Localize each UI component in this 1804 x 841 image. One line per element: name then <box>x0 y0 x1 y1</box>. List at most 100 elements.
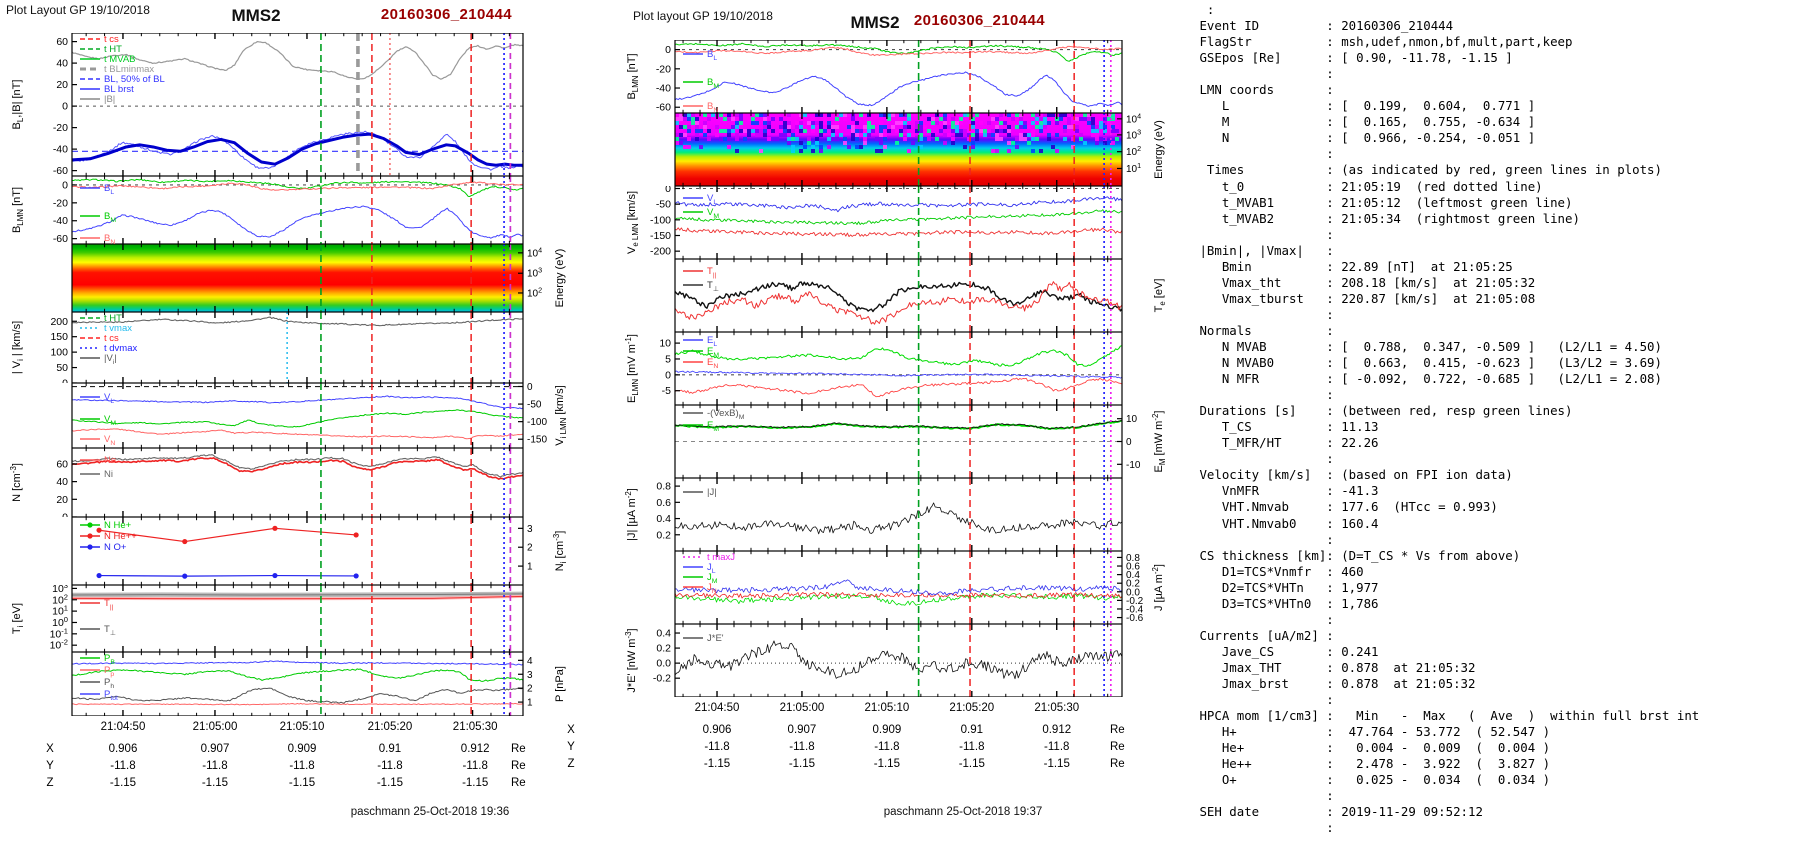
svg-text:102: 102 <box>1126 144 1141 158</box>
svg-text:-40: -40 <box>53 215 68 227</box>
svg-text:Ve LMN [km/s]: Ve LMN [km/s] <box>626 191 640 254</box>
middle-figure-jlmn-panel: 0.80.60.40.20.0-0.2-0.4-0.6J [µA m-2]t m… <box>674 551 1165 624</box>
middle-figure: Plot layout GP 19/10/2018 MMS2 20160306_… <box>545 0 1205 841</box>
svg-text:21:05:00: 21:05:00 <box>780 702 825 714</box>
svg-text:10-2: 10-2 <box>50 638 68 652</box>
svg-text:Y: Y <box>46 760 54 772</box>
svg-text:0.912: 0.912 <box>461 743 490 755</box>
svg-text:-1.15: -1.15 <box>874 758 900 770</box>
svg-text:21:05:30: 21:05:30 <box>453 721 498 733</box>
svg-text:21:05:00: 21:05:00 <box>193 721 238 733</box>
svg-text:0: 0 <box>665 369 671 381</box>
svg-text:N O+: N O+ <box>104 542 127 553</box>
svg-text:0.91: 0.91 <box>961 724 983 736</box>
middle-figure-time-axis: 21:04:50 21:05:00 21:05:10 21:05:20 21:05:30 <box>695 702 1079 714</box>
svg-text:-1.15: -1.15 <box>289 777 315 789</box>
credit-middle: paschmann 25-Oct-2018 19:37 <box>883 806 1043 818</box>
svg-text:0.8: 0.8 <box>656 481 671 493</box>
left-figure: Plot Layout GP 19/10/2018 MMS2 20160306_… <box>0 0 566 841</box>
svg-text:-60: -60 <box>53 165 68 176</box>
svg-text:1: 1 <box>527 562 533 573</box>
svg-text:-1.15: -1.15 <box>959 758 985 770</box>
middle-figure-blmn-panel: 0-20-40-60BLMN [nT] BLBMBN <box>626 40 1123 113</box>
svg-text:10: 10 <box>659 338 671 350</box>
left-figure-pressure-panel: 4321P [nPa]PBPpPhPtot <box>71 652 566 716</box>
svg-text:EM [mW m-2]: EM [mW m-2] <box>1151 411 1167 473</box>
svg-text:|B|: |B| <box>104 94 115 105</box>
event-info-panel: : Event ID : 20160306_210444 FlagStr : m… <box>1199 2 1700 836</box>
svg-text:0.2: 0.2 <box>656 643 671 655</box>
svg-text:BLMN [nT]: BLMN [nT] <box>11 187 25 233</box>
svg-text:-60: -60 <box>656 102 671 113</box>
left-figure-blmn-panel: 0-20-40-60BLMN [nT] BLBMBN <box>11 176 524 244</box>
svg-text:Re: Re <box>511 760 526 772</box>
plot-layout-label-left: Plot Layout GP 19/10/2018 <box>6 3 150 17</box>
left-figure-vlmn-panel: 0-50-100-150Vi LMN [km/s]VLVMVN <box>71 383 566 448</box>
left-figure-panels: 60 40 20 0 -20 -40 -60 BL,|B| [nT] t cs t HT t MVA… <box>0 33 566 794</box>
left-figure-ephemeris-table: X 0.906 0.907 0.909 0.91 0.912 Re Y -11.8 -11.8 -1… <box>46 743 526 789</box>
svg-text:104: 104 <box>1126 113 1141 125</box>
svg-text:21:05:20: 21:05:20 <box>368 721 413 733</box>
svg-text:Z: Z <box>46 777 53 789</box>
left-figure-bfield-bl-panel: 6040200-20-40-60BL,|B| [nT]t cst HTt MVA… <box>11 33 524 176</box>
middle-figure-jdote-panel: 0.4 0.2 0.0 -0.2 J*E' [nW m-3] J*E' <box>624 624 1123 697</box>
svg-text:N He+: N He+ <box>104 520 132 531</box>
svg-text:-1.15: -1.15 <box>462 777 488 789</box>
middle-figure-elmn-panel: 1050-5ELMN [mV m-1] ELEMEN <box>624 332 1123 405</box>
svg-text:2: 2 <box>527 684 533 695</box>
svg-text:21:04:50: 21:04:50 <box>101 721 146 733</box>
svg-text:0.907: 0.907 <box>201 743 230 755</box>
svg-text:N He++: N He++ <box>104 531 137 542</box>
svg-text:0: 0 <box>1126 437 1132 448</box>
screen: Plot Layout GP 19/10/2018 MMS2 20160306_… <box>0 0 1804 841</box>
svg-text:0.0: 0.0 <box>656 658 671 670</box>
svg-text:104: 104 <box>527 245 542 259</box>
svg-text:40: 40 <box>56 476 68 488</box>
svg-text:21:05:10: 21:05:10 <box>280 721 325 733</box>
svg-text:Te [eV]: Te [eV] <box>1153 279 1167 313</box>
left-figure-ion-spectrogram: 104103102 Energy (eV) <box>71 244 566 312</box>
svg-text:150: 150 <box>50 331 68 343</box>
svg-text:0: 0 <box>665 186 671 195</box>
svg-text:Z: Z <box>567 758 574 770</box>
svg-text:Re: Re <box>511 777 526 789</box>
svg-text:-20: -20 <box>53 122 68 134</box>
svg-text:-1.15: -1.15 <box>704 758 730 770</box>
svg-text:|J|: |J| <box>707 487 717 498</box>
svg-text:0.906: 0.906 <box>109 743 138 755</box>
svg-text:-11.8: -11.8 <box>463 760 488 772</box>
svg-text:-20: -20 <box>656 63 671 75</box>
svg-text:60: 60 <box>56 36 68 48</box>
svg-text:3: 3 <box>527 670 533 681</box>
svg-text:3: 3 <box>527 524 533 535</box>
svg-text:103: 103 <box>1126 127 1141 141</box>
svg-text:-1.15: -1.15 <box>110 777 136 789</box>
svg-text:Re: Re <box>1110 724 1125 736</box>
svg-text:Re: Re <box>511 743 526 755</box>
svg-text:0: 0 <box>62 378 68 384</box>
svg-text:-1.15: -1.15 <box>202 777 228 789</box>
svg-text:-200: -200 <box>650 246 671 258</box>
svg-text:BL,|B| [nT]: BL,|B| [nT] <box>11 80 25 130</box>
svg-text:0.909: 0.909 <box>288 743 317 755</box>
svg-text:-0.6: -0.6 <box>1126 613 1144 624</box>
svg-text:-11.8: -11.8 <box>289 760 314 772</box>
svg-text:J [µA m-2]: J [µA m-2] <box>1151 564 1165 611</box>
middle-figure-ephemeris-table: X 0.906 0.907 0.909 0.91 0.912 Re Y -11.8 -11.8 -1… <box>567 724 1125 770</box>
svg-text:0.912: 0.912 <box>1042 724 1071 736</box>
svg-text:103: 103 <box>527 266 542 280</box>
svg-text:0.906: 0.906 <box>703 724 732 736</box>
svg-text:Y: Y <box>567 741 575 753</box>
svg-text:21:05:20: 21:05:20 <box>949 702 994 714</box>
svg-text:101: 101 <box>1126 161 1141 175</box>
left-figure-ti-panel: 10310210110010-110-2Ti [eV] T||T⊥ <box>11 585 524 652</box>
left-figure-minor-ion-density-panel: 321Ni [cm-3]N He+N He++N O+ <box>71 517 566 585</box>
svg-text:-11.8: -11.8 <box>110 760 135 772</box>
spacecraft-title-middle: MMS2 <box>850 13 900 32</box>
svg-text:-11.8: -11.8 <box>202 760 227 772</box>
svg-text:Ti [eV]: Ti [eV] <box>11 603 25 634</box>
svg-text:0.4: 0.4 <box>656 513 671 525</box>
svg-text:ELMN [mV m-1]: ELMN [mV m-1] <box>624 334 640 403</box>
svg-text:1: 1 <box>527 698 533 709</box>
svg-text:102: 102 <box>527 285 542 299</box>
